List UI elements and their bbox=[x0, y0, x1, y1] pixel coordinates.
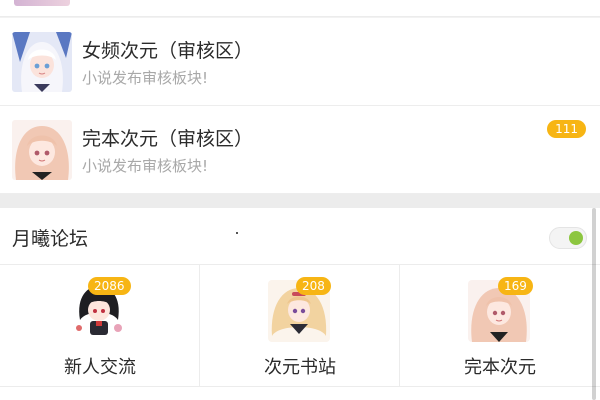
board-label: 次元书站 bbox=[264, 357, 336, 378]
scrollbar[interactable] bbox=[592, 208, 596, 400]
stray-dot bbox=[236, 232, 238, 234]
section-title: 月曦论坛 bbox=[12, 228, 89, 250]
section-header[interactable]: 月曦论坛 bbox=[0, 208, 600, 265]
unread-badge: 111 bbox=[547, 120, 586, 138]
board-completed-dimension[interactable]: 169 完本次元 bbox=[400, 265, 600, 387]
toggle-knob bbox=[569, 231, 583, 245]
forum-title: 完本次元（审核区） bbox=[82, 128, 254, 150]
board-dimension-bookstore[interactable]: 208 次元书站 bbox=[200, 265, 400, 387]
post-count-badge: 208 bbox=[296, 277, 331, 295]
previous-row-image-edge bbox=[14, 0, 70, 6]
forum-section: 月曦论坛 2086 新人交流 208 次元书站 169 完本次元 bbox=[0, 208, 600, 400]
section-toggle[interactable] bbox=[549, 227, 587, 249]
forum-list: 女频次元（审核区） 小说发布审核板块! 完本次元（审核区） 小说发布审核板块! … bbox=[0, 18, 600, 194]
post-count-badge: 169 bbox=[498, 277, 533, 295]
anime-girl-pink-twintails-icon bbox=[12, 120, 72, 180]
forum-row-female-channel[interactable]: 女频次元（审核区） 小说发布审核板块! bbox=[0, 18, 600, 106]
forum-title: 女频次元（审核区） bbox=[82, 40, 254, 62]
board-newbie-exchange[interactable]: 2086 新人交流 bbox=[0, 265, 200, 387]
forum-subtitle: 小说发布审核板块! bbox=[82, 69, 209, 87]
anime-girl-white-hair-icon bbox=[12, 32, 72, 92]
post-count-badge: 2086 bbox=[88, 277, 131, 295]
forum-row-completed-channel[interactable]: 完本次元（审核区） 小说发布审核板块! 111 bbox=[0, 106, 600, 194]
previous-row-edge bbox=[0, 0, 600, 17]
section-divider bbox=[0, 194, 600, 208]
board-label: 新人交流 bbox=[64, 357, 136, 378]
board-grid: 2086 新人交流 208 次元书站 169 完本次元 bbox=[0, 265, 600, 387]
board-label: 完本次元 bbox=[464, 357, 536, 378]
forum-subtitle: 小说发布审核板块! bbox=[82, 157, 209, 175]
